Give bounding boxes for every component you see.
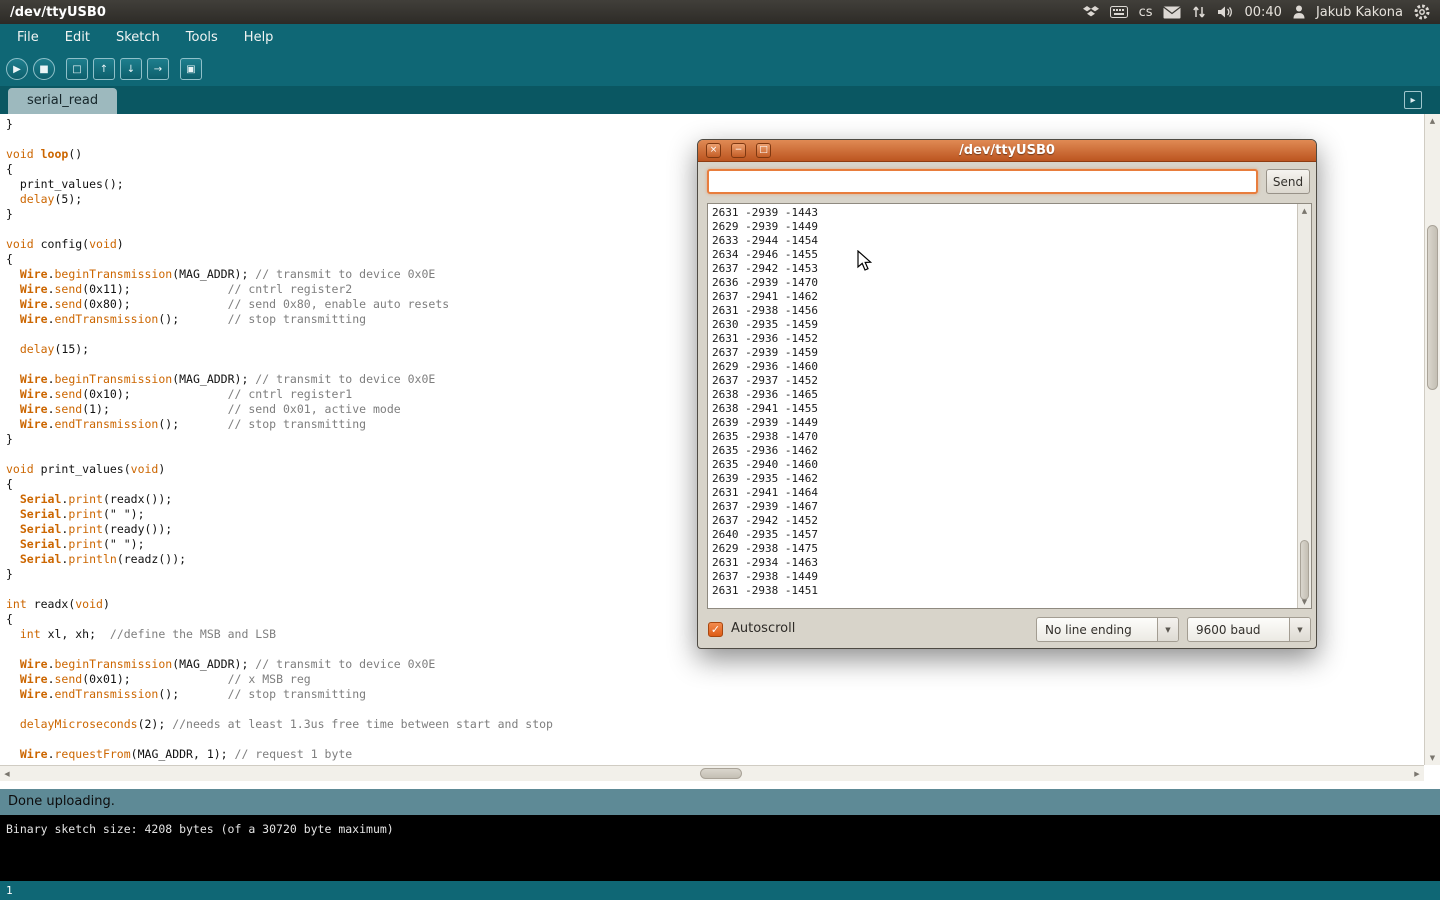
menu-item-file[interactable]: File	[4, 24, 52, 52]
console-output: Binary sketch size: 4208 bytes (of a 307…	[0, 815, 1440, 881]
upload-icon: →	[154, 64, 162, 75]
scroll-down-arrow[interactable]: ▼	[1425, 751, 1440, 765]
code-line	[6, 702, 1424, 717]
serial-send-input[interactable]	[707, 169, 1258, 194]
maximize-button[interactable]: □	[756, 143, 771, 158]
code-line: }	[6, 117, 1424, 132]
console-line: Binary sketch size: 4208 bytes (of a 307…	[6, 822, 1434, 836]
save-button[interactable]: ↓	[120, 58, 142, 80]
minimize-button[interactable]: −	[731, 143, 746, 158]
code-line	[6, 732, 1424, 747]
baud-rate-select[interactable]: 9600 baud ▼	[1187, 617, 1311, 642]
tab-menu-icon: ▸	[1410, 95, 1415, 106]
session-gear-icon[interactable]	[1414, 4, 1430, 20]
code-line: Wire.send(0x01); // x MSB reg	[6, 672, 1424, 687]
autoscroll-label: Autoscroll	[731, 621, 795, 636]
status-bar: Done uploading.	[0, 789, 1440, 815]
top-panel: /dev/ttyUSB0 cs 00:40 Jakub Kakona	[0, 0, 1440, 24]
line-ending-value: No line ending	[1037, 623, 1157, 637]
keyboard-icon[interactable]	[1110, 6, 1128, 18]
serial-scroll-thumb[interactable]	[1300, 540, 1309, 600]
menu-item-help[interactable]: Help	[231, 24, 287, 52]
verify-icon: ▶	[13, 64, 21, 75]
scroll-left-arrow[interactable]: ◀	[0, 766, 14, 781]
tab-menu-button[interactable]: ▸	[1404, 91, 1422, 109]
network-icon[interactable]	[1192, 5, 1206, 19]
new-sketch-button[interactable]: □	[66, 58, 88, 80]
scroll-right-arrow[interactable]: ▶	[1410, 766, 1424, 781]
volume-icon[interactable]	[1217, 5, 1233, 19]
minimize-icon: −	[735, 145, 743, 155]
line-ending-select[interactable]: No line ending ▼	[1036, 617, 1179, 642]
vertical-scroll-thumb[interactable]	[1427, 225, 1438, 390]
toolbar: ▶ ■ □ ↑ ↓ → ▣	[0, 52, 1440, 86]
menubar: FileEditSketchToolsHelp	[0, 24, 1440, 52]
horizontal-scroll-thumb[interactable]	[700, 768, 742, 779]
send-button[interactable]: Send	[1266, 169, 1310, 194]
serial-scroll-up-arrow[interactable]: ▲	[1298, 204, 1311, 217]
close-button[interactable]: ×	[706, 143, 721, 158]
serial-monitor-title: /dev/ttyUSB0	[698, 143, 1316, 158]
serial-output-area[interactable]: 2631 -2939 -1443 2629 -2939 -1449 2633 -…	[707, 203, 1312, 609]
active-window-title: /dev/ttyUSB0	[0, 5, 106, 20]
line-ending-dropdown-icon[interactable]: ▼	[1157, 618, 1178, 641]
check-icon: ✓	[711, 623, 720, 636]
user-icon[interactable]	[1293, 5, 1305, 19]
current-line-number: 1	[6, 884, 13, 897]
mail-icon[interactable]	[1163, 6, 1181, 19]
stop-button[interactable]: ■	[33, 58, 55, 80]
scroll-up-arrow[interactable]: ▲	[1425, 114, 1440, 128]
serial-monitor-button[interactable]: ▣	[180, 58, 202, 80]
clock-indicator[interactable]: 00:40	[1244, 5, 1281, 20]
username-indicator[interactable]: Jakub Kakona	[1316, 5, 1403, 20]
serial-output-text: 2631 -2939 -1443 2629 -2939 -1449 2633 -…	[712, 206, 818, 598]
code-line: Wire.requestFrom(MAG_ADDR, 1); // reques…	[6, 747, 1424, 762]
code-line: Wire.endTransmission(); // stop transmit…	[6, 687, 1424, 702]
desktop: /dev/ttyUSB0 cs 00:40 Jakub Kakona	[0, 0, 1440, 900]
editor-vertical-scrollbar[interactable]: ▲ ▼	[1424, 114, 1440, 765]
tab-bar: serial_read ▸	[0, 86, 1440, 114]
upload-button[interactable]: →	[147, 58, 169, 80]
baud-dropdown-icon[interactable]: ▼	[1289, 618, 1310, 641]
serial-monitor-icon: ▣	[186, 64, 195, 75]
serial-scroll-down-arrow[interactable]: ▼	[1298, 595, 1311, 608]
verify-button[interactable]: ▶	[6, 58, 28, 80]
open-icon: ↑	[100, 64, 108, 75]
baud-rate-value: 9600 baud	[1188, 623, 1289, 637]
code-line: Wire.beginTransmission(MAG_ADDR); // tra…	[6, 657, 1424, 672]
new-sketch-icon: □	[72, 64, 81, 75]
keyboard-layout-indicator[interactable]: cs	[1139, 5, 1153, 20]
line-number-bar: 1	[0, 881, 1440, 900]
menu-item-sketch[interactable]: Sketch	[103, 24, 173, 52]
stop-icon: ■	[39, 64, 48, 75]
serial-scrollbar[interactable]: ▲ ▼	[1297, 204, 1311, 608]
tab-serial-read[interactable]: serial_read	[8, 88, 117, 114]
maximize-icon: □	[759, 145, 768, 155]
open-button[interactable]: ↑	[93, 58, 115, 80]
status-text: Done uploading.	[8, 794, 115, 809]
menu-item-edit[interactable]: Edit	[52, 24, 103, 52]
serial-monitor-window: × − □ /dev/ttyUSB0 Send 2631 -2939 -1443…	[697, 139, 1317, 649]
serial-monitor-titlebar[interactable]: × − □ /dev/ttyUSB0	[698, 140, 1316, 162]
code-line: delayMicroseconds(2); //needs at least 1…	[6, 717, 1424, 732]
menu-item-tools[interactable]: Tools	[173, 24, 231, 52]
close-icon: ×	[710, 145, 718, 155]
save-icon: ↓	[127, 64, 135, 75]
tray-app-icon[interactable]	[1083, 6, 1099, 18]
autoscroll-checkbox[interactable]: ✓	[708, 622, 723, 637]
editor-horizontal-scrollbar[interactable]: ◀ ▶	[0, 765, 1424, 781]
panel-indicators: cs 00:40 Jakub Kakona	[1083, 4, 1440, 20]
